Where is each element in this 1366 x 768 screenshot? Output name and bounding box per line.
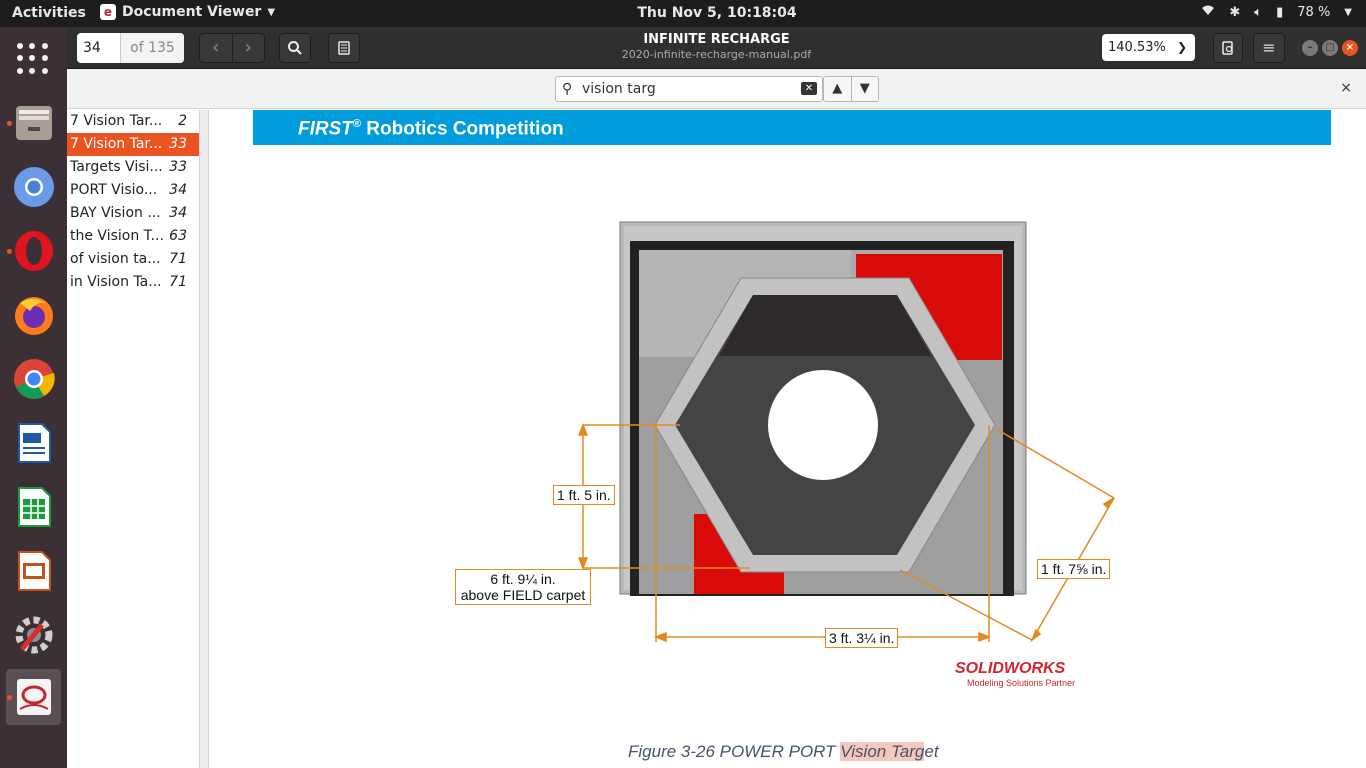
dock-files[interactable] — [6, 95, 61, 151]
system-tray[interactable]: ✱ 🔈︎ ▮ 78 % ▼ — [1201, 4, 1352, 20]
find-query: vision targ — [582, 81, 656, 97]
chromium-icon — [13, 167, 54, 207]
search-result-page: 2 — [178, 113, 187, 129]
running-indicator — [7, 249, 12, 254]
search-result-item[interactable]: 7 Vision Tar... 33 — [67, 133, 199, 156]
dimension-lines — [577, 422, 1115, 643]
figure-caption: Figure 3-26 POWER PORT Vision Target — [628, 742, 939, 762]
window-controls: – □ × — [1302, 40, 1358, 56]
libreoffice-impress-icon — [17, 551, 51, 591]
hamburger-icon: ≡ — [1262, 38, 1276, 57]
battery-icon: ▮ — [1276, 4, 1284, 20]
find-input[interactable]: ⚲ vision targ ✕ — [555, 76, 823, 102]
document-page[interactable]: FIRST® Robotics Competition 1 ft. 5 in. … — [210, 110, 1356, 768]
opera-icon — [14, 231, 53, 271]
find-navigation: ▲ ▼ — [823, 76, 879, 102]
solidworks-tagline: Modeling Solutions Partner — [967, 678, 1076, 688]
system-menu-chevron-icon: ▼ — [1344, 6, 1352, 18]
search-result-item[interactable]: of vision ta... 71 — [67, 248, 199, 271]
search-result-item[interactable]: the Vision T... 63 — [67, 225, 199, 248]
annotate-icon — [1222, 41, 1233, 55]
search-result-item[interactable]: 7 Vision Tar... 2 — [67, 110, 199, 133]
search-results-sidebar: 7 Vision Tar... 2 7 Vision Tar... 33 Targets… — [67, 110, 200, 768]
search-highlight: Vision Targ — [840, 742, 925, 761]
dimension-label-diagonal: 1 ft. 7⅝ in. — [1037, 559, 1111, 579]
caption-prefix: Figure 3-26 POWER PORT — [628, 742, 841, 761]
system-tools-icon — [15, 616, 52, 654]
dock-document-viewer[interactable] — [6, 669, 61, 725]
search-result-page: 33 — [169, 159, 187, 175]
caption-suffix: et — [924, 742, 939, 761]
show-applications-icon[interactable] — [17, 43, 49, 75]
search-icon: ⚲ — [562, 81, 573, 97]
libreoffice-calc-icon — [17, 487, 51, 527]
find-previous-button[interactable]: ▲ — [824, 77, 852, 101]
search-result-text: in Vision Ta... — [70, 274, 162, 290]
document-scrollbar[interactable] — [1356, 110, 1366, 768]
search-result-page: 71 — [169, 274, 187, 290]
chrome-icon — [13, 359, 55, 399]
bluetooth-icon: ✱ — [1229, 4, 1241, 20]
search-result-text: 7 Vision Tar... — [70, 136, 163, 152]
libreoffice-writer-icon — [17, 423, 51, 463]
top-bar: Activities e Document Viewer ▼ Thu Nov 5… — [0, 0, 1366, 27]
solidworks-logo: SOLIDWORKS Modeling Solutions Partner — [955, 660, 1075, 688]
pane-splitter[interactable] — [200, 110, 209, 768]
close-button[interactable]: × — [1342, 40, 1358, 56]
chevron-down-icon: ❯ — [1176, 40, 1187, 54]
maximize-button[interactable]: □ — [1322, 40, 1338, 56]
dock-impress[interactable] — [6, 543, 61, 599]
clock[interactable]: Thu Nov 5, 10:18:04 — [0, 5, 1366, 21]
clear-search-icon[interactable]: ✕ — [801, 82, 817, 95]
search-result-item[interactable]: PORT Visio... 34 — [67, 179, 199, 202]
minimize-button[interactable]: – — [1302, 40, 1318, 56]
search-result-item[interactable]: in Vision Ta... 71 — [67, 271, 199, 294]
find-bar: ⚲ vision targ ✕ ▲ ▼ × — [67, 69, 1366, 109]
search-result-page: 34 — [169, 182, 187, 198]
dimension-label-height: 1 ft. 5 in. — [553, 485, 615, 505]
search-result-page: 34 — [169, 205, 187, 221]
dock-firefox[interactable] — [6, 287, 61, 343]
dimension-floor-line1: 6 ft. 9¼ in. — [490, 571, 556, 587]
volume-icon: 🔈︎ — [1254, 4, 1263, 20]
search-result-page: 33 — [169, 136, 187, 152]
zoom-value: 140.53% — [1108, 40, 1166, 55]
dimension-floor-line2: above FIELD carpet — [460, 587, 586, 603]
search-result-text: Targets Visi... — [70, 159, 163, 175]
dock-calc[interactable] — [6, 479, 61, 535]
search-result-item[interactable]: BAY Vision ... 34 — [67, 202, 199, 225]
running-indicator — [7, 121, 12, 126]
search-result-page: 71 — [169, 251, 187, 267]
battery-percent: 78 % — [1297, 4, 1331, 20]
header-bar: 34 of 135 ‹ › INFINITE RECHARGE 2020-inf… — [67, 27, 1366, 69]
dock-opera[interactable] — [6, 223, 61, 279]
dock-chrome[interactable] — [6, 351, 61, 407]
wifi-icon — [1201, 4, 1215, 20]
annotations-button[interactable] — [1213, 33, 1243, 63]
search-result-text: the Vision T... — [70, 228, 164, 244]
search-results-list: 7 Vision Tar... 2 7 Vision Tar... 33 Targets… — [67, 110, 199, 294]
dock-writer[interactable] — [6, 415, 61, 471]
close-find-bar-icon[interactable]: × — [1340, 80, 1352, 96]
search-result-text: PORT Visio... — [70, 182, 158, 198]
dimension-label-width: 3 ft. 3¼ in. — [825, 628, 899, 648]
document-viewer-icon — [16, 679, 51, 715]
dimension-label-floor-height: 6 ft. 9¼ in. above FIELD carpet — [455, 569, 591, 605]
search-result-item[interactable]: Targets Visi... 33 — [67, 156, 199, 179]
search-result-text: 7 Vision Tar... — [70, 113, 163, 129]
dock-system-tools[interactable] — [6, 607, 61, 663]
search-result-text: of vision ta... — [70, 251, 161, 267]
dock — [0, 27, 67, 768]
running-indicator — [7, 695, 12, 700]
solidworks-wordmark: SOLIDWORKS — [955, 660, 1066, 677]
firefox-icon — [14, 297, 53, 335]
main-menu-button[interactable]: ≡ — [1253, 33, 1285, 63]
search-result-text: BAY Vision ... — [70, 205, 161, 221]
files-icon — [15, 106, 52, 140]
find-next-button[interactable]: ▼ — [852, 77, 879, 101]
search-result-page: 63 — [169, 228, 187, 244]
zoom-select[interactable]: 140.53% ❯ — [1102, 34, 1195, 61]
dock-chromium[interactable] — [6, 159, 61, 215]
